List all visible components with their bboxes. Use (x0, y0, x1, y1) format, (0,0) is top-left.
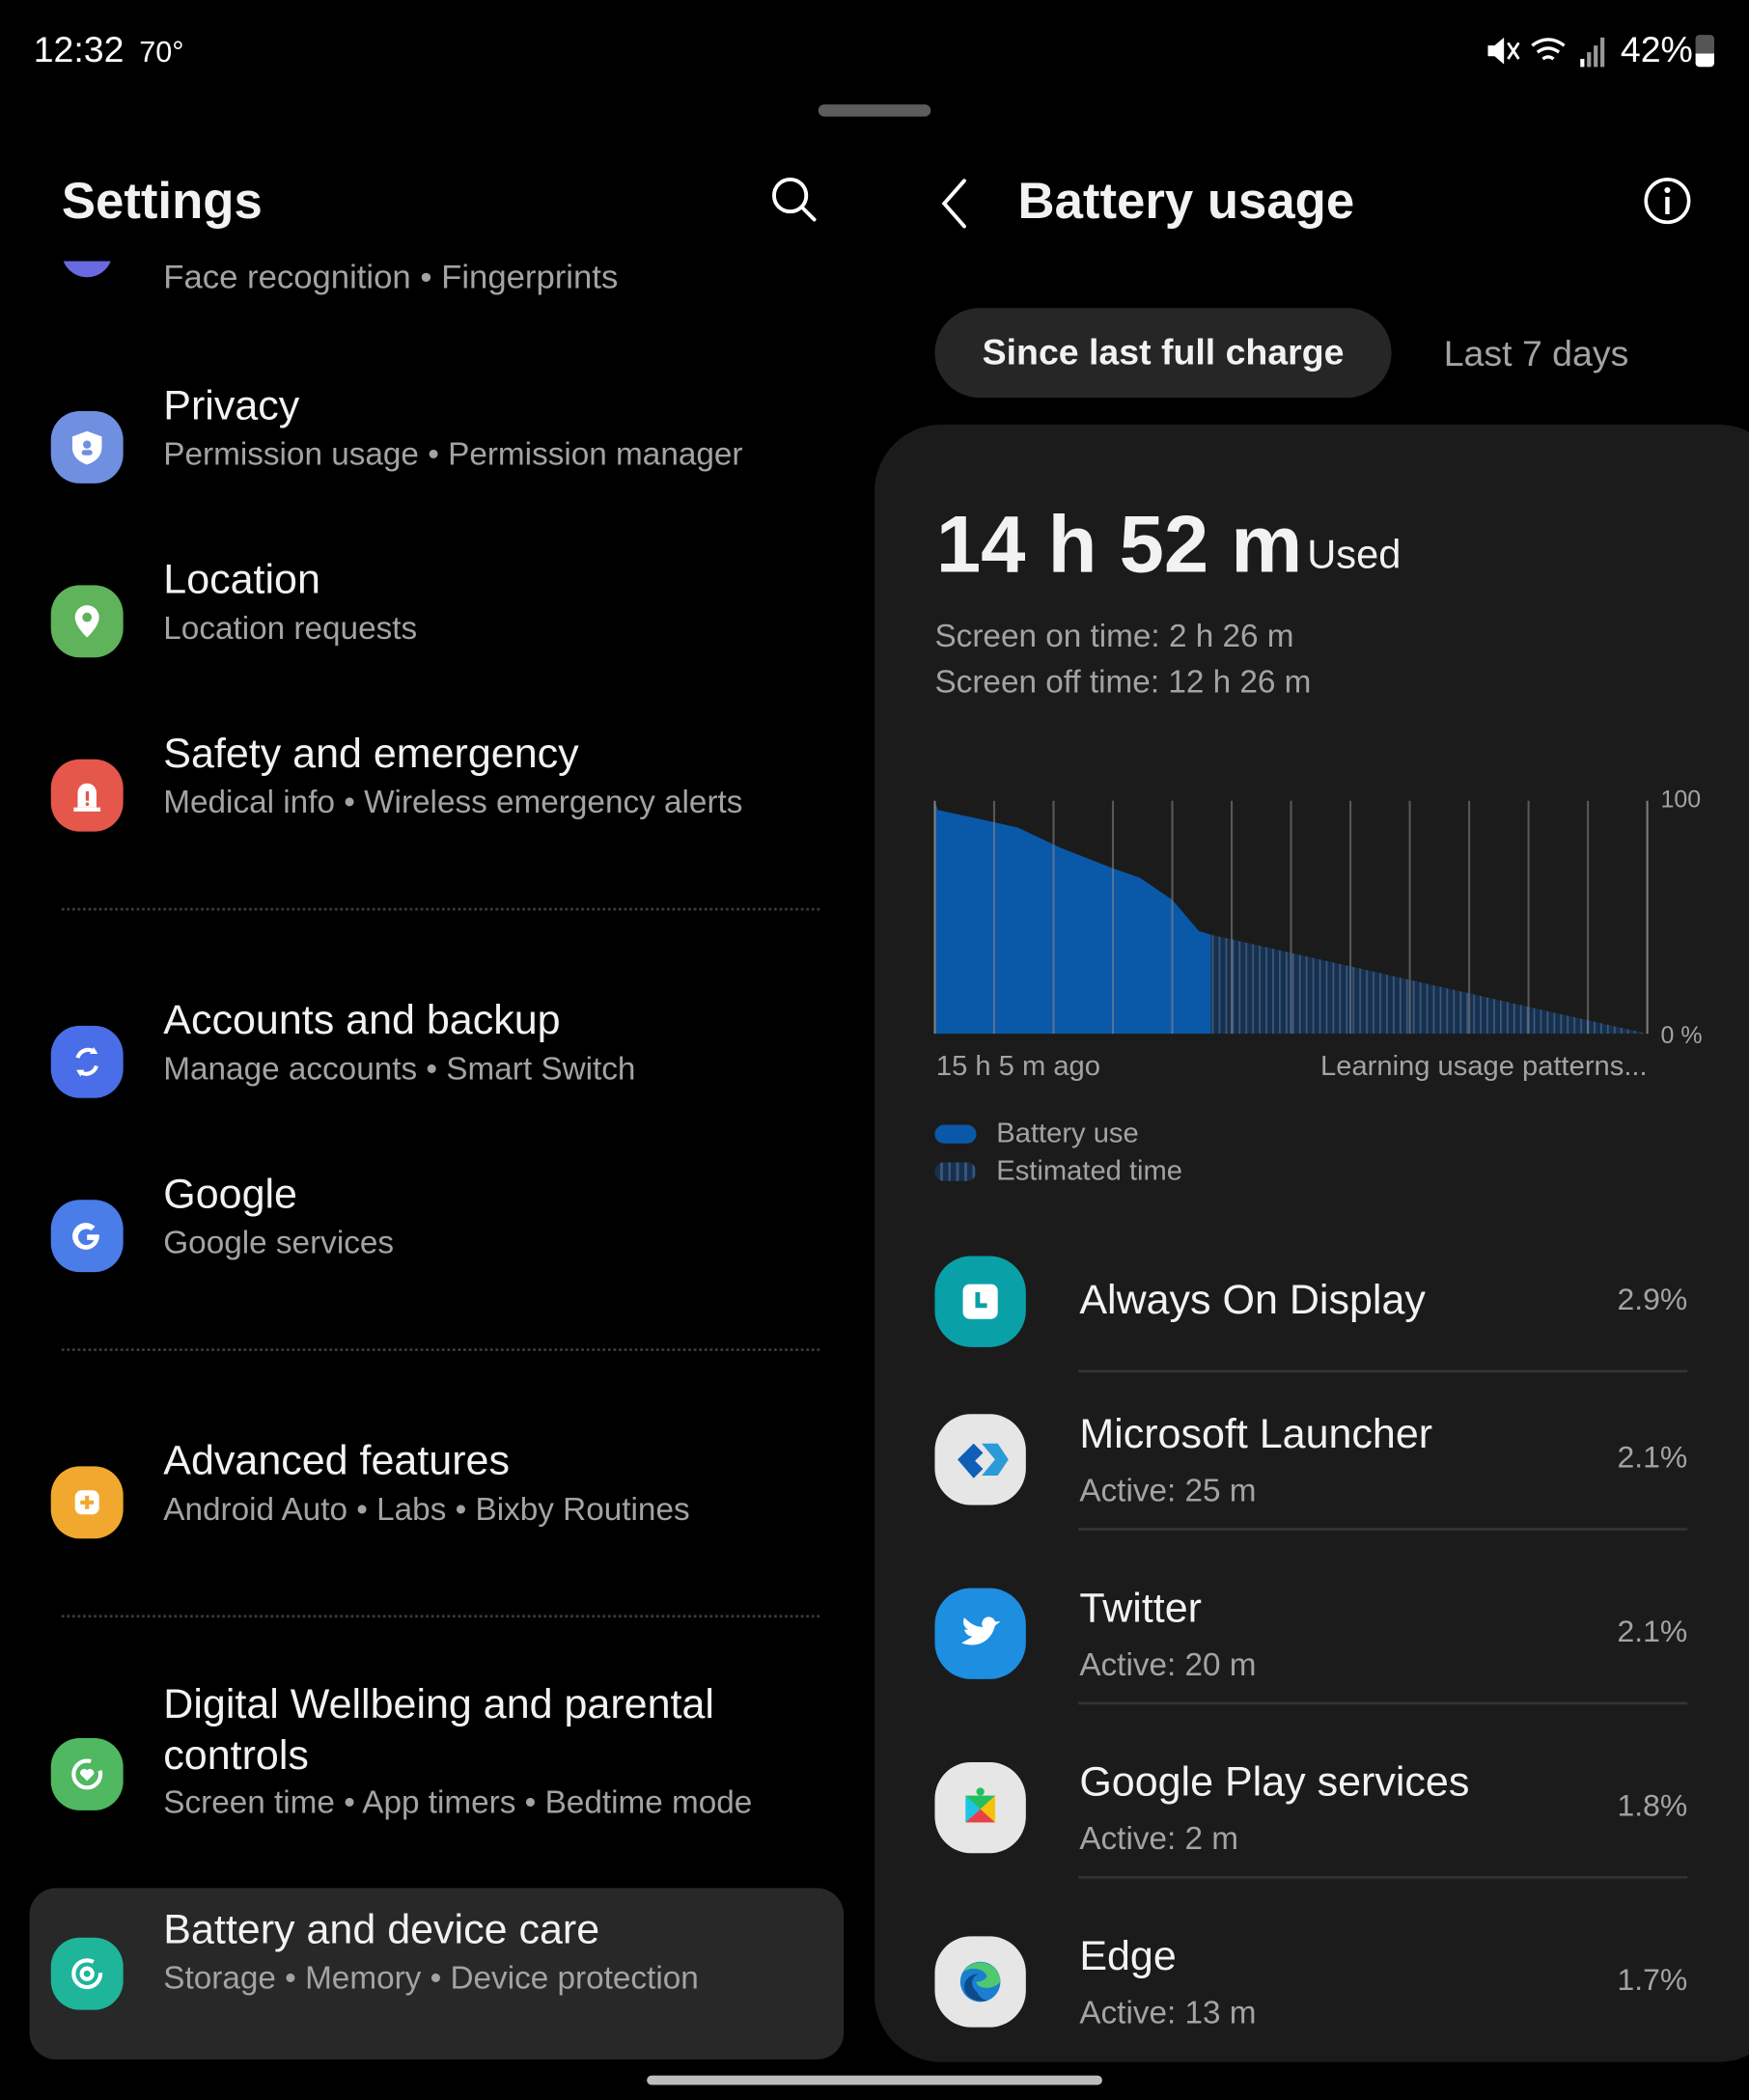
battery-icon (1695, 35, 1714, 68)
settings-item-subtitle: Medical info • Wireless emergency alerts (163, 785, 743, 821)
app-row-edge[interactable] (924, 1901, 1701, 2061)
signal-icon (1580, 37, 1605, 68)
x-label-right: Learning usage patterns... (1320, 1051, 1648, 1083)
device-care-icon (50, 1937, 124, 2010)
used-value: 14 h 52 m (935, 499, 1303, 590)
settings-item-title: Accounts and backup (163, 996, 561, 1043)
status-temperature: 70° (139, 35, 184, 69)
divider (61, 907, 820, 911)
google-play-services-icon (934, 1761, 1026, 1854)
tab-since-last-full-charge[interactable]: Since last full charge (934, 308, 1392, 399)
app-name: Always On Display (1079, 1276, 1426, 1323)
app-name: Edge (1079, 1932, 1177, 1979)
app-percent: 2.1% (1617, 1439, 1688, 1475)
settings-item-subtitle: Google services (163, 1225, 395, 1262)
app-row-microsoft-launcher[interactable] (924, 1379, 1701, 1540)
screen-on-time: Screen on time: 2 h 26 m (934, 619, 1294, 655)
app-active-time: Active: 25 m (1079, 1473, 1257, 1509)
settings-item-subtitle: Permission usage • Permission manager (163, 436, 743, 473)
wifi-icon (1531, 38, 1566, 61)
battery-usage-title: Battery usage (1017, 174, 1355, 231)
settings-item-title: Location (163, 555, 320, 603)
divider (61, 1348, 820, 1351)
app-row-twitter[interactable] (924, 1554, 1701, 1715)
info-icon[interactable] (1642, 176, 1693, 227)
puzzle-plus-icon (50, 1466, 124, 1539)
settings-list: Face recognition • Fingerprints Privacy … (0, 261, 857, 2083)
estimated-time-area (1210, 934, 1648, 1035)
y-tick-100: 100 (1660, 786, 1702, 814)
screen: 12:32 70° 42% Settings Face recognition … (0, 0, 1749, 2100)
settings-item-subtitle: Storage • Memory • Device protection (163, 1960, 699, 1997)
app-name: Microsoft Launcher (1079, 1410, 1433, 1457)
legend-swatch-estimated-time (934, 1162, 977, 1181)
settings-item-title: Safety and emergency (163, 730, 579, 777)
settings-item-subtitle: Screen time • App timers • Bedtime mode (163, 1784, 753, 1822)
x-label-left: 15 h 5 m ago (935, 1051, 1100, 1083)
battery-chart (933, 800, 1649, 1035)
settings-item-subtitle: Manage accounts • Smart Switch (163, 1051, 636, 1088)
siren-icon (50, 759, 124, 832)
settings-item-title: Google (163, 1170, 297, 1218)
google-icon (50, 1200, 124, 1273)
legend-battery-use: Battery use (996, 1118, 1139, 1149)
back-icon[interactable] (937, 177, 972, 231)
face-recognition-icon (61, 261, 113, 278)
divider (1077, 1701, 1688, 1705)
settings-item-title: Privacy (163, 381, 300, 428)
settings-item-subtitle: Android Auto • Labs • Bixby Routines (163, 1491, 690, 1529)
microsoft-launcher-icon (934, 1414, 1026, 1506)
app-name: Google Play services (1079, 1757, 1470, 1806)
settings-item-subtitle: Location requests (163, 610, 418, 648)
divider (1077, 1528, 1688, 1531)
mute-icon (1487, 37, 1520, 65)
partial-item-subtitle: Face recognition • Fingerprints (163, 261, 619, 296)
sync-icon (50, 1025, 124, 1098)
app-active-time: Active: 2 m (1079, 1821, 1239, 1858)
app-percent: 2.1% (1617, 1613, 1688, 1649)
status-icons (1487, 37, 1605, 68)
divider (1077, 1369, 1688, 1373)
app-percent: 1.8% (1617, 1787, 1688, 1823)
legend-swatch-battery-use (934, 1124, 977, 1144)
y-tick-0: 0 % (1660, 1021, 1703, 1049)
app-name: Twitter (1079, 1584, 1202, 1631)
divider (1077, 1875, 1688, 1879)
wellbeing-icon (50, 1737, 124, 1810)
legend-estimated-time: Estimated time (996, 1155, 1183, 1187)
app-percent: 2.9% (1617, 1281, 1688, 1316)
twitter-icon (934, 1588, 1026, 1679)
app-percent: 1.7% (1617, 1961, 1688, 1997)
settings-item-title: Digital Wellbeing and parental controls (163, 1680, 714, 1779)
app-active-time: Active: 20 m (1079, 1646, 1257, 1684)
search-icon[interactable] (768, 174, 819, 225)
status-battery-percent: 42% (1620, 29, 1693, 70)
screen-off-time: Screen off time: 12 h 26 m (934, 664, 1312, 701)
tab-last-7-days[interactable]: Last 7 days (1444, 333, 1629, 374)
divider (61, 1615, 820, 1618)
location-pin-icon (50, 585, 124, 658)
app-active-time: Active: 13 m (1079, 1995, 1257, 2031)
settings-item-title: Advanced features (163, 1436, 510, 1484)
home-indicator[interactable] (647, 2075, 1102, 2086)
settings-title: Settings (61, 174, 263, 231)
used-label: Used (1307, 533, 1402, 578)
split-handle[interactable] (818, 104, 931, 117)
battery-use-area (934, 800, 1211, 1035)
settings-item-title: Battery and device care (163, 1905, 600, 1952)
app-row-google-play-services[interactable] (924, 1727, 1701, 1889)
status-time: 12:32 (33, 29, 125, 70)
privacy-shield-icon (50, 410, 124, 484)
always-on-display-icon (934, 1256, 1026, 1347)
edge-icon (934, 1936, 1026, 2028)
